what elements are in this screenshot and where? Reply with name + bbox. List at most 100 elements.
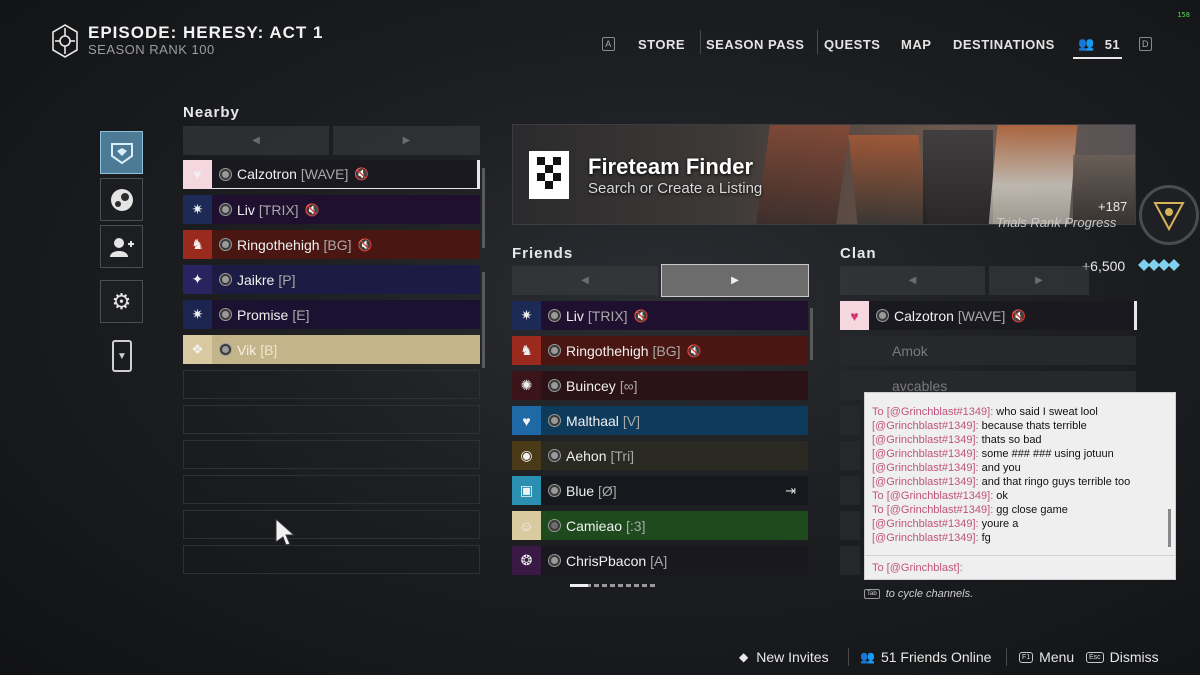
chevron-left-icon: ◀ bbox=[581, 275, 589, 286]
friends-online-button[interactable]: 👥 51 Friends Online bbox=[860, 648, 991, 666]
friends-prev-page[interactable]: ◀ bbox=[512, 266, 658, 295]
tab-friends[interactable]: 👥 51 bbox=[1078, 34, 1120, 54]
nearby-row[interactable]: ♥ Calzotron [WAVE] 🔇 bbox=[183, 159, 480, 189]
steam-platform-icon bbox=[549, 555, 560, 566]
clan-heading: Clan bbox=[840, 245, 877, 262]
tab-quests[interactable]: QUESTS bbox=[824, 34, 880, 54]
chat-line: To [@Grinchblast#1349]: gg close game bbox=[872, 503, 1130, 517]
player-emblem-icon: ❖ bbox=[183, 335, 212, 364]
clan-row-slots bbox=[840, 406, 860, 576]
clan-tag: [:3] bbox=[626, 517, 646, 534]
muted-speaker-icon[interactable]: 🔇 bbox=[634, 309, 649, 323]
friends-icon: 👥 bbox=[860, 650, 875, 664]
companion-phone-icon[interactable]: ▼ bbox=[112, 340, 132, 372]
clan-tag: [Tri] bbox=[610, 447, 635, 464]
friends-row[interactable]: ♞ Ringothehigh [BG] 🔇 bbox=[512, 336, 808, 365]
chat-prefix: To bbox=[872, 406, 887, 418]
nearby-row[interactable]: ✷ Liv [TRIX] 🔇 bbox=[183, 195, 480, 224]
clan-prev-page[interactable]: ◀ bbox=[840, 266, 985, 295]
tab-store[interactable]: STORE bbox=[638, 34, 685, 54]
chat-message: gg close game bbox=[993, 504, 1068, 516]
steam-platform-icon bbox=[877, 310, 888, 321]
chat-window[interactable]: To [@Grinchblast#1349]: who said I sweat… bbox=[864, 392, 1176, 580]
friends-heading: Friends bbox=[512, 245, 574, 262]
chevron-right-icon: ▶ bbox=[731, 275, 739, 286]
settings-button[interactable]: ⚙ bbox=[100, 280, 143, 323]
dismiss-button[interactable]: Esc Dismiss bbox=[1086, 648, 1159, 666]
steam-platform-icon bbox=[220, 309, 231, 320]
tab-map[interactable]: MAP bbox=[901, 34, 931, 54]
nearby-row[interactable]: ✦ Jaikre [P] bbox=[183, 265, 480, 294]
clan-tag: [TRIX] bbox=[587, 307, 628, 324]
friends-row[interactable]: ▣ Blue [Ø] ⇥ bbox=[512, 476, 808, 505]
clan-tag: [P] bbox=[278, 271, 296, 288]
muted-speaker-icon[interactable]: 🔇 bbox=[687, 344, 702, 358]
empty-slot bbox=[183, 370, 480, 399]
fireteam-finder-title: Fireteam Finder bbox=[588, 154, 754, 179]
trials-rank-badge bbox=[1139, 185, 1199, 245]
nearby-next-page[interactable]: ▶ bbox=[333, 126, 480, 155]
friends-next-page[interactable]: ▶ bbox=[661, 264, 809, 297]
friends-row[interactable]: ☺ Camieao [:3] bbox=[512, 511, 808, 540]
steam-platform-icon bbox=[549, 415, 560, 426]
empty-slot bbox=[183, 405, 480, 434]
player-name: Vik bbox=[237, 341, 257, 358]
friends-row[interactable]: ◉ Aehon [Tri] bbox=[512, 441, 808, 470]
player-emblem-icon: ♞ bbox=[512, 336, 541, 365]
clan-banner-button[interactable] bbox=[100, 131, 143, 174]
nearby-row[interactable]: ❖ Vik [B] bbox=[183, 335, 480, 364]
tab-season-pass[interactable]: SEASON PASS bbox=[706, 34, 804, 54]
chat-hint-text: to cycle channels. bbox=[885, 588, 974, 600]
clan-next-page[interactable]: ▶ bbox=[989, 266, 1089, 295]
friends-row[interactable]: ♥ Malthaal [V] bbox=[512, 406, 808, 435]
player-name: Camieao bbox=[566, 517, 623, 534]
chat-hint: Tab to cycle channels. bbox=[864, 588, 973, 600]
chat-sender: [@Grinchblast#1349]: bbox=[886, 490, 994, 502]
player-name: Promise bbox=[237, 306, 289, 323]
chat-line: To [@Grinchblast#1349]: who said I sweat… bbox=[872, 405, 1130, 419]
chat-sender: [@Grinchblast#1349]: bbox=[886, 504, 994, 516]
friends-row[interactable]: ❂ ChrisPbacon [A] bbox=[512, 546, 808, 575]
muted-speaker-icon[interactable]: 🔇 bbox=[354, 167, 369, 181]
friends-icon: 👥 bbox=[1078, 36, 1095, 51]
steam-icon bbox=[110, 188, 133, 211]
season-rank-value: 100 bbox=[191, 42, 215, 57]
chat-input[interactable]: To [@Grinchblast]: bbox=[865, 555, 1175, 579]
chat-sender: [@Grinchblast#1349]: bbox=[872, 518, 979, 530]
clan-row[interactable]: Amok bbox=[840, 336, 1136, 365]
chat-message: thats so bad bbox=[978, 434, 1042, 446]
player-emblem-icon: ☺ bbox=[512, 511, 541, 540]
player-name: Jaikre bbox=[237, 271, 275, 288]
chat-scrollbar[interactable] bbox=[1168, 509, 1171, 547]
nearby-scrollbar[interactable] bbox=[482, 272, 485, 368]
muted-speaker-icon[interactable]: 🔇 bbox=[305, 203, 320, 217]
friends-row[interactable]: ✺ Buincey [∞] bbox=[512, 371, 808, 400]
clan-member-tag: [WAVE] bbox=[957, 307, 1006, 324]
friends-scrollbar[interactable] bbox=[810, 308, 813, 360]
episode-title: EPISODE: HERESY: ACT 1 bbox=[88, 23, 324, 42]
new-invites-label: New Invites bbox=[756, 649, 829, 665]
nearby-row[interactable]: ✷ Promise [E] bbox=[183, 300, 480, 329]
join-game-icon[interactable]: ⇥ bbox=[785, 483, 796, 499]
chat-line: [@Grinchblast#1349]: because thats terri… bbox=[872, 419, 1130, 433]
nearby-row[interactable]: ♞ Ringothehigh [BG] 🔇 bbox=[183, 230, 480, 259]
friends-row[interactable]: ✷ Liv [TRIX] 🔇 bbox=[512, 301, 808, 330]
player-name: Calzotron bbox=[237, 166, 297, 182]
player-emblem-icon: ✷ bbox=[183, 300, 212, 329]
key-d-hint: D bbox=[1139, 37, 1152, 51]
steam-button[interactable] bbox=[100, 178, 143, 221]
clan-row[interactable]: ♥ Calzotron [WAVE] 🔇 bbox=[840, 301, 1136, 330]
nearby-scrollbar[interactable] bbox=[482, 168, 485, 248]
player-name: Malthaal bbox=[566, 412, 619, 429]
tab-destinations[interactable]: DESTINATIONS bbox=[953, 34, 1055, 54]
new-invites-button[interactable]: ◆ New Invites bbox=[739, 648, 829, 666]
muted-speaker-icon[interactable]: 🔇 bbox=[358, 238, 373, 252]
nearby-prev-page[interactable]: ◀ bbox=[183, 126, 329, 155]
clan-emblem-icon: ♥ bbox=[840, 301, 869, 330]
menu-button[interactable]: F1 Menu bbox=[1019, 648, 1074, 666]
add-friend-button[interactable] bbox=[100, 225, 143, 268]
chat-sender: [@Grinchblast#1349]: bbox=[886, 406, 994, 418]
chat-message: youre a bbox=[978, 518, 1019, 530]
nearby-heading: Nearby bbox=[183, 104, 240, 121]
clan-tag: [TRIX] bbox=[258, 201, 299, 218]
